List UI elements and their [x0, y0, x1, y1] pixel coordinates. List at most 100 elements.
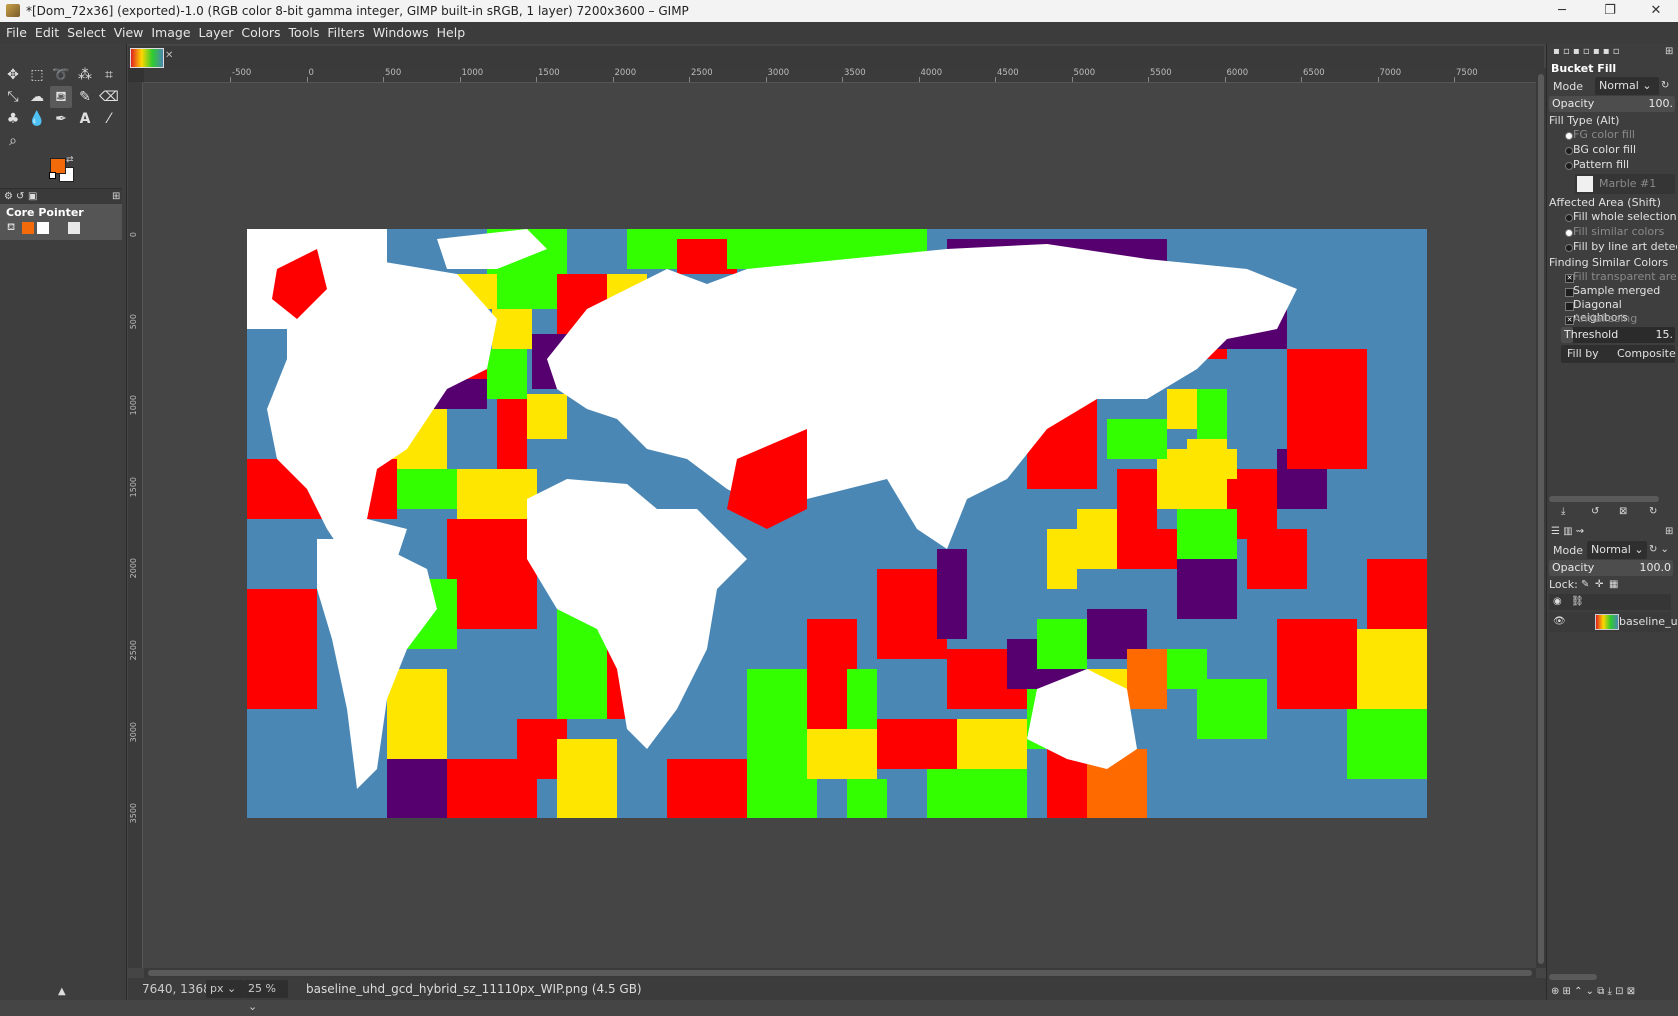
- vertical-ruler[interactable]: 0 500 1000 1500 2000 2500 3000 3500: [128, 82, 143, 968]
- device-icon[interactable]: ⚙: [4, 191, 13, 202]
- menu-edit[interactable]: Edit: [31, 22, 63, 44]
- horizontal-scrollbar[interactable]: [144, 968, 1536, 978]
- images-icon[interactable]: ▣: [28, 191, 37, 202]
- menu-colors[interactable]: Colors: [237, 22, 284, 44]
- eraser-tool-icon[interactable]: ⌫: [98, 86, 120, 108]
- layers-mode-reset-icon[interactable]: ↻ ⌄: [1649, 544, 1669, 555]
- menu-filters[interactable]: Filters: [323, 22, 368, 44]
- minimize-button[interactable]: ─: [1542, 2, 1582, 20]
- text-tool-icon[interactable]: A: [74, 108, 96, 130]
- close-button[interactable]: ✕: [1636, 2, 1676, 20]
- toolbox-resize-icon[interactable]: ▲: [58, 986, 66, 997]
- fill-line-art-label[interactable]: Fill by line art detection: [1573, 240, 1677, 253]
- zoom-tool-icon[interactable]: ⌕: [2, 130, 24, 152]
- menu-select[interactable]: Select: [63, 22, 110, 44]
- warp-tool-icon[interactable]: ☁: [26, 86, 48, 108]
- layers-opacity-slider[interactable]: Opacity 100.0: [1549, 560, 1673, 576]
- dock-menu-icon[interactable]: ⊞: [1665, 46, 1673, 57]
- image-canvas[interactable]: [144, 83, 1536, 968]
- layer-name[interactable]: baseline_u: [1619, 615, 1678, 628]
- tool-options-tab-icon[interactable]: ▪ ▫ ▪ ▫ ▪ ▪ ▫: [1553, 46, 1620, 57]
- fill-transparent-label[interactable]: Fill transparent areas: [1573, 270, 1677, 283]
- layers-dock-menu-icon[interactable]: ⊞: [1665, 526, 1673, 537]
- fuzzy-select-tool-icon[interactable]: ⁂: [74, 64, 96, 86]
- layers-tab-icon[interactable]: ☰ ▥ ⇝: [1551, 526, 1584, 537]
- region-red-kamchatka: [1287, 349, 1367, 469]
- delete-options-icon[interactable]: ⊠: [1619, 506, 1627, 517]
- image-tabs-bar: [128, 46, 1544, 68]
- rect-select-tool-icon[interactable]: ⬚: [26, 64, 48, 86]
- visibility-header-icon: ◉: [1553, 596, 1562, 607]
- menu-file[interactable]: File: [2, 22, 31, 44]
- horizontal-scroll-thumb[interactable]: [148, 970, 1532, 976]
- layers-scrollbar[interactable]: [1549, 974, 1597, 980]
- menu-help[interactable]: Help: [433, 22, 470, 44]
- fg-color-fill-label[interactable]: FG color fill: [1573, 128, 1635, 141]
- ruler-corner[interactable]: [128, 68, 144, 82]
- menu-windows[interactable]: Windows: [369, 22, 433, 44]
- fill-similar-colors-label[interactable]: Fill similar colors: [1573, 225, 1664, 238]
- reset-colors-icon[interactable]: [49, 172, 56, 179]
- region-red-9: [667, 759, 747, 818]
- undo-history-icon[interactable]: ↺: [16, 191, 24, 202]
- sample-merged-label[interactable]: Sample merged: [1573, 284, 1660, 297]
- reset-mode-icon[interactable]: ↻: [1661, 80, 1669, 91]
- pattern-fill-label[interactable]: Pattern fill: [1573, 158, 1629, 171]
- fill-whole-selection-radio[interactable]: [1565, 214, 1573, 222]
- mode-label: Mode: [1553, 80, 1583, 93]
- maximize-button[interactable]: ❐: [1590, 2, 1630, 20]
- menu-layer[interactable]: Layer: [195, 22, 238, 44]
- lock-pixels-icon[interactable]: ✎: [1581, 579, 1589, 590]
- paintbrush-tool-icon[interactable]: ✎: [74, 86, 96, 108]
- layer-visibility-eye-icon[interactable]: 👁: [1553, 616, 1566, 627]
- fill-by-dropdown[interactable]: Fill by Composite: [1561, 345, 1676, 363]
- mode-dropdown[interactable]: Normal ⌄: [1595, 77, 1659, 95]
- restore-options-icon[interactable]: ↺: [1591, 506, 1599, 517]
- tab-menu-icon[interactable]: ⊞: [112, 191, 120, 202]
- lock-alpha-icon[interactable]: ▦: [1609, 579, 1618, 590]
- fg-color-fill-radio[interactable]: [1565, 132, 1573, 140]
- image-tab-close-icon[interactable]: ✕: [165, 50, 173, 61]
- opacity-slider[interactable]: Opacity 100.: [1549, 96, 1675, 112]
- antialiasing-label[interactable]: Antialiasing: [1573, 312, 1637, 325]
- pattern-fill-radio[interactable]: [1565, 162, 1573, 170]
- ruler-tick: [1301, 77, 1302, 82]
- lock-position-icon[interactable]: ✛: [1595, 579, 1603, 590]
- fill-similar-colors-radio[interactable]: [1565, 229, 1573, 237]
- device-bg-swatch: [37, 222, 49, 234]
- ruler-label: 3000: [767, 68, 790, 78]
- color-picker-tool-icon[interactable]: ⁄: [98, 108, 120, 130]
- threshold-slider[interactable]: Threshold 15.: [1561, 327, 1675, 343]
- bg-color-fill-radio[interactable]: [1565, 147, 1573, 155]
- image-tab-thumbnail[interactable]: [130, 48, 164, 68]
- layer-action-icons[interactable]: ⊕ ⊞ ⌃ ⌄ ⧉ ⤓ ⊡ ⊠: [1551, 986, 1635, 997]
- swap-colors-icon[interactable]: ⇄: [66, 155, 74, 165]
- world-map-image[interactable]: [247, 229, 1427, 818]
- unit-dropdown[interactable]: px ⌄: [206, 980, 244, 998]
- pattern-selector[interactable]: Marble #1: [1575, 174, 1675, 194]
- smudge-tool-icon[interactable]: 💧: [26, 108, 48, 130]
- menu-view[interactable]: View: [110, 22, 148, 44]
- fill-whole-selection-label[interactable]: Fill whole selection: [1573, 210, 1677, 223]
- crop-tool-icon[interactable]: ⌗: [98, 64, 120, 86]
- reset-options-icon[interactable]: ↻: [1649, 506, 1657, 517]
- ruler-label: 3500: [844, 68, 866, 78]
- paths-tool-icon[interactable]: ✒: [50, 108, 72, 130]
- vertical-scroll-thumb[interactable]: [1538, 74, 1544, 964]
- fill-line-art-radio[interactable]: [1565, 244, 1573, 252]
- bucket-fill-tool-icon[interactable]: ⛾: [50, 86, 72, 108]
- zoom-dropdown[interactable]: 25 % ⌄: [244, 980, 288, 1013]
- horizontal-ruler[interactable]: -500 0 500 1000 1500 2000 2500 3000 3500 4000 4500…: [144, 68, 1536, 83]
- menu-tools[interactable]: Tools: [285, 22, 324, 44]
- move-tool-icon[interactable]: ✥: [2, 64, 24, 86]
- vertical-scrollbar[interactable]: [1536, 68, 1546, 968]
- bg-color-fill-label[interactable]: BG color fill: [1573, 143, 1636, 156]
- menu-image[interactable]: Image: [147, 22, 194, 44]
- layer-row[interactable]: 👁 baseline_u: [1549, 612, 1678, 632]
- save-options-icon[interactable]: ⤓: [1561, 506, 1565, 517]
- tool-options-scrollbar[interactable]: [1549, 496, 1659, 502]
- free-select-tool-icon[interactable]: ➰: [50, 64, 72, 86]
- clone-tool-icon[interactable]: ♣: [2, 108, 24, 130]
- layers-mode-dropdown[interactable]: Normal ⌄: [1587, 541, 1647, 559]
- unified-transform-tool-icon[interactable]: ⤡: [2, 86, 24, 108]
